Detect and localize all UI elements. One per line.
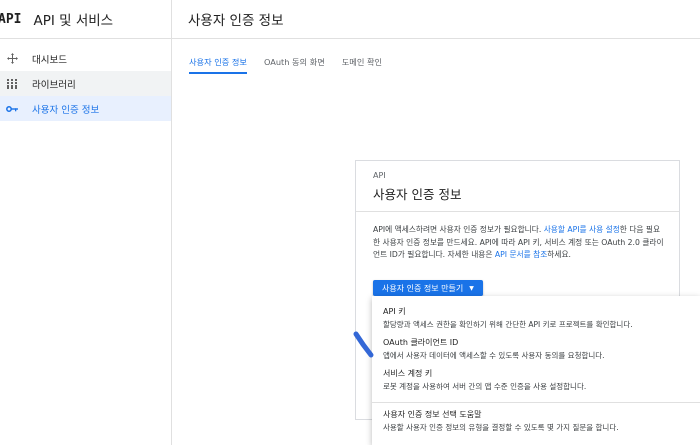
tab-domain-verification[interactable]: 도메인 확인 (342, 52, 382, 74)
menu-item-api-key[interactable]: API 키 할당량과 액세스 권한을 확인하기 위해 간단한 API 키로 프로… (372, 306, 700, 336)
card-kicker: API (373, 171, 386, 180)
api-logo[interactable]: API (0, 12, 21, 27)
menu-item-service-account-key[interactable]: 서비스 계정 키 로봇 계정을 사용하여 서버 간의 앱 수준 인증을 사용 설… (372, 368, 700, 398)
menu-item-oauth-client-id[interactable]: OAuth 클라이언트 ID 앱에서 사용자 데이터에 액세스할 수 있도록 사… (372, 337, 700, 367)
enable-api-link[interactable]: 사용할 API를 사용 설정 (544, 225, 620, 234)
menu-divider (372, 402, 700, 403)
sidebar-item-label: 라이브러리 (32, 79, 76, 91)
create-credentials-label: 사용자 인증 정보 만들기 (382, 283, 464, 293)
card-title: 사용자 인증 정보 (373, 187, 462, 202)
page-title: 사용자 인증 정보 (188, 13, 284, 29)
card-divider (356, 211, 679, 212)
create-credentials-button[interactable]: 사용자 인증 정보 만들기 ▼ (373, 280, 483, 296)
sidebar-item-label: 대시보드 (32, 54, 67, 66)
menu-item-title: API 키 (383, 307, 406, 316)
menu-item-help-me-choose[interactable]: 사용자 인증 정보 선택 도움말 사용할 사용자 인증 정보의 유형을 결정할 … (372, 409, 700, 439)
sidebar-item-library[interactable]: 라이브러리 (0, 71, 171, 96)
tab-bar: 사용자 인증 정보 OAuth 동의 화면 도메인 확인 (189, 52, 399, 74)
api-docs-link[interactable]: API 문서를 참조 (495, 250, 547, 259)
sidebar-item-label: 사용자 인증 정보 (32, 104, 100, 116)
menu-item-title: OAuth 클라이언트 ID (383, 338, 459, 347)
sidebar-header: API API 및 서비스 (0, 0, 171, 39)
menu-item-desc: 사용할 사용자 인증 정보의 유형을 결정할 수 있도록 몇 가지 질문을 합니… (383, 423, 619, 432)
dashboard-icon (5, 53, 19, 64)
sidebar-item-credentials[interactable]: 사용자 인증 정보 (0, 96, 171, 121)
menu-item-title: 사용자 인증 정보 선택 도움말 (383, 410, 482, 419)
sidebar-item-dashboard[interactable]: 대시보드 (0, 46, 171, 71)
page-header: 사용자 인증 정보 (172, 0, 700, 39)
mouse-cursor-icon (353, 331, 374, 358)
tab-credentials[interactable]: 사용자 인증 정보 (189, 52, 247, 74)
app-title[interactable]: API 및 서비스 (33, 9, 113, 29)
key-icon (5, 105, 19, 113)
menu-item-desc: 앱에서 사용자 데이터에 액세스할 수 있도록 사용자 동의를 요청합니다. (383, 351, 605, 360)
menu-item-desc: 로봇 계정을 사용하여 서버 간의 앱 수준 인증을 사용 설정합니다. (383, 382, 587, 391)
menu-item-title: 서비스 계정 키 (383, 369, 433, 378)
desc-text: API에 액세스하려면 사용자 인증 정보가 필요합니다. (373, 225, 544, 234)
caret-down-icon: ▼ (469, 284, 474, 292)
menu-item-desc: 할당량과 액세스 권한을 확인하기 위해 간단한 API 키로 프로젝트를 확인… (383, 320, 633, 329)
library-icon (5, 78, 19, 89)
card-description: API에 액세스하려면 사용자 인증 정보가 필요합니다. 사용할 API를 사… (373, 224, 665, 262)
desc-text: 하세요. (547, 250, 571, 260)
create-credentials-menu: API 키 할당량과 액세스 권한을 확인하기 위해 간단한 API 키로 프로… (372, 296, 700, 445)
sidebar: API API 및 서비스 대시보드 라이브러리 사용자 인증 정보 (0, 0, 172, 445)
tab-oauth-consent[interactable]: OAuth 동의 화면 (264, 52, 325, 74)
